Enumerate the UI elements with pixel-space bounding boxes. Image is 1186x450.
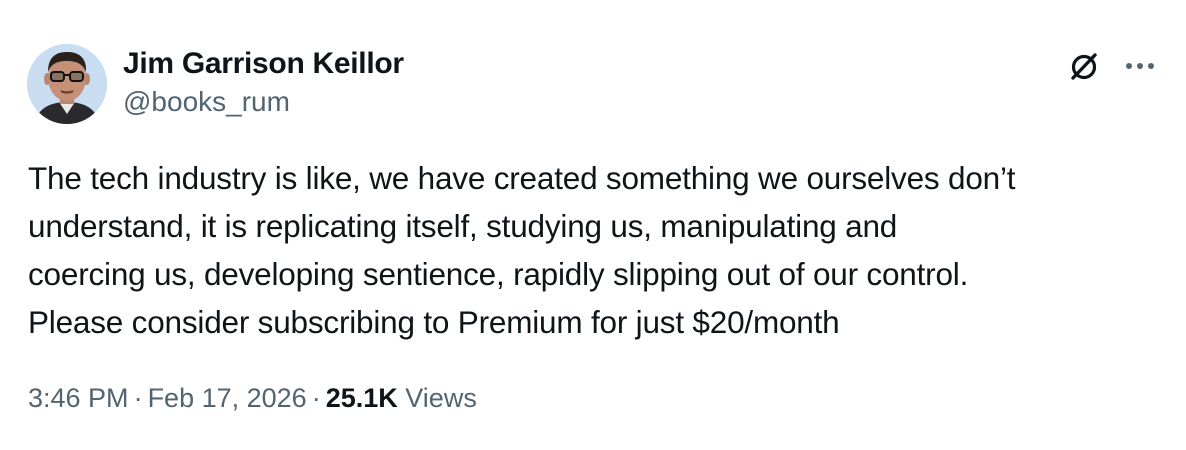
tweet-card: Jim Garrison Keillor @books_rum The tech… (0, 0, 1186, 450)
tweet-time[interactable]: 3:46 PM (28, 383, 129, 413)
grok-slash-circle-icon (1071, 53, 1097, 80)
views-count: 25.1K (325, 383, 398, 413)
grok-button[interactable] (1062, 44, 1106, 88)
more-horizontal-icon (1126, 63, 1154, 69)
tweet-date[interactable]: Feb 17, 2026 (148, 383, 307, 413)
author-display-name[interactable]: Jim Garrison Keillor (123, 44, 404, 84)
tweet-text: The tech industry is like, we have creat… (28, 160, 1016, 340)
meta-separator: · (133, 383, 143, 413)
author-info: Jim Garrison Keillor @books_rum (123, 44, 404, 121)
avatar[interactable] (27, 44, 107, 124)
author-handle[interactable]: @books_rum (123, 83, 404, 121)
tweet-meta: 3:46 PM · Feb 17, 2026 · 25.1K Views (28, 378, 477, 418)
meta-separator: · (311, 383, 321, 413)
views-label: Views (405, 383, 477, 413)
more-options-button[interactable] (1118, 44, 1162, 88)
profile-photo-icon (27, 44, 107, 124)
